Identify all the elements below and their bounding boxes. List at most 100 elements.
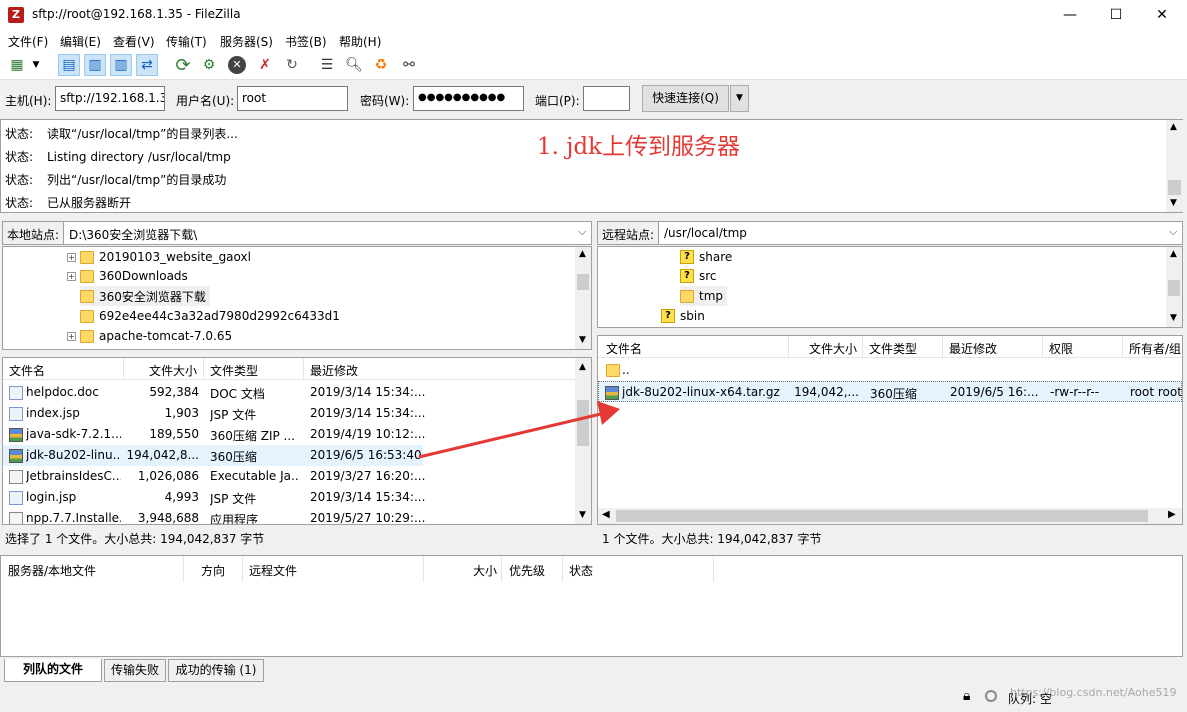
log-scrollbar[interactable]: ▲ ▼ (1166, 120, 1183, 212)
tree-item[interactable]: + apache-tomcat-7.0.65 (67, 326, 232, 346)
tree-item[interactable]: ? sbin (661, 306, 705, 326)
menu-server[interactable]: 服务器(S) (220, 33, 273, 50)
log-line: 状态: 读取“/usr/local/tmp”的目录列表... (5, 127, 238, 141)
binoculars-icon[interactable]: ⚯ (398, 54, 420, 76)
expand-icon[interactable]: + (67, 252, 76, 262)
process-queue-icon[interactable]: ⚙ (198, 54, 220, 76)
table-row[interactable]: .. (598, 360, 1182, 381)
column-status[interactable]: 状态 (569, 562, 593, 579)
tree-item[interactable]: ? share (680, 247, 732, 267)
column-modified[interactable]: 最近修改 (949, 340, 997, 357)
scroll-down-icon[interactable]: ▼ (1170, 198, 1177, 208)
local-path-dropdown-icon[interactable]: ⌵ (578, 225, 586, 239)
scroll-thumb[interactable] (1168, 180, 1181, 195)
remote-path-dropdown-icon[interactable]: ⌵ (1169, 225, 1177, 239)
tree-item[interactable]: +360Downloads (67, 266, 188, 286)
local-tree-scrollbar[interactable]: ▲ ▼ (575, 247, 591, 349)
scroll-left-icon[interactable]: ◀ (602, 509, 610, 520)
host-input[interactable]: sftp://192.168.1.35 (55, 86, 165, 111)
column-filetype[interactable]: 文件类型 (210, 362, 258, 379)
menu-view[interactable]: 查看(V) (113, 33, 155, 50)
local-path-input[interactable]: D:\360安全浏览器下载\ (69, 226, 197, 243)
tree-item-selected[interactable]: 360安全浏览器下载 (80, 286, 210, 306)
menu-file[interactable]: 文件(F) (8, 33, 48, 50)
toggle-local-tree-icon[interactable]: ▥ (84, 54, 106, 76)
scroll-up-icon[interactable]: ▲ (579, 249, 586, 259)
remote-path-input[interactable]: /usr/local/tmp (664, 226, 747, 240)
column-modified[interactable]: 最近修改 (310, 362, 358, 379)
tree-item[interactable]: 692e4ee44c3a32ad7980d2992c6433d1 (80, 306, 340, 326)
column-filetype[interactable]: 文件类型 (869, 340, 917, 357)
executable-file-icon (9, 512, 23, 524)
filezilla-app-icon: Z (8, 7, 24, 23)
table-row[interactable]: login.jsp 4,993 JSP 文件 2019/3/14 15:34:.… (3, 487, 577, 508)
port-label: 端口(P): (535, 94, 580, 108)
column-filesize[interactable]: 文件大小 (809, 340, 857, 357)
scroll-thumb[interactable] (616, 510, 1148, 522)
remote-tree: ? share ? src tmp ? sbin ▲ ▼ (597, 246, 1183, 328)
sort-icon: ^ (690, 335, 698, 343)
column-filename[interactable]: 文件名 (606, 340, 642, 357)
cancel-icon[interactable]: ✕ (226, 54, 248, 76)
column-priority[interactable]: 优先级 (509, 562, 545, 579)
sync-browsing-icon[interactable]: ♻ (370, 54, 392, 76)
search-icon[interactable]: 🔍︎ (343, 54, 365, 76)
tab-successful-transfers[interactable]: 成功的传输 (1) (168, 659, 264, 682)
remote-file-list: 文件名 ^ 文件大小 文件类型 最近修改 权限 所有者/组 .. jdk-8u2… (597, 335, 1183, 525)
remote-list-hscrollbar[interactable]: ◀ ▶ (598, 508, 1182, 524)
toggle-remote-tree-icon[interactable]: ▥ (110, 54, 132, 76)
quickconnect-dropdown-icon[interactable]: ▼ (730, 85, 749, 112)
remote-tree-scrollbar[interactable]: ▲ ▼ (1166, 247, 1182, 327)
scroll-up-icon[interactable]: ▲ (1170, 249, 1177, 259)
sort-icon: ^ (63, 357, 71, 365)
column-permissions[interactable]: 权限 (1049, 340, 1073, 357)
column-direction[interactable]: 方向 (201, 562, 225, 579)
expand-icon[interactable]: + (67, 331, 76, 341)
scroll-down-icon[interactable]: ▼ (579, 510, 586, 520)
tree-item[interactable]: ? src (680, 266, 717, 286)
column-owner[interactable]: 所有者/组 (1129, 340, 1181, 357)
column-remote-file[interactable]: 远程文件 (249, 562, 297, 579)
scroll-down-icon[interactable]: ▼ (579, 335, 586, 345)
scroll-thumb[interactable] (577, 274, 589, 290)
scroll-thumb[interactable] (1168, 280, 1180, 296)
menu-edit[interactable]: 编辑(E) (60, 33, 101, 50)
column-filesize[interactable]: 文件大小 (149, 362, 197, 379)
scroll-right-icon[interactable]: ▶ (1168, 509, 1176, 520)
username-input[interactable]: root (237, 86, 348, 111)
tree-item[interactable]: +20190103_website_gaoxl (67, 247, 251, 267)
column-filename[interactable]: 文件名 (9, 362, 45, 379)
disconnect-icon[interactable]: ✗ (254, 54, 276, 76)
quickconnect-button[interactable]: 快速连接(Q) (642, 85, 729, 112)
scroll-down-icon[interactable]: ▼ (1170, 313, 1177, 323)
transfer-queue: 服务器/本地文件 方向 远程文件 大小 优先级 状态 (0, 555, 1183, 657)
site-manager-dropdown-icon[interactable]: ▼ (30, 54, 42, 76)
password-input[interactable]: ●●●●●●●●●● (413, 86, 524, 111)
menu-bookmarks[interactable]: 书签(B) (285, 33, 327, 50)
maximize-button[interactable]: ☐ (1093, 0, 1139, 30)
refresh-icon[interactable]: ⟳ (172, 54, 194, 76)
site-manager-icon[interactable]: ▦ (6, 54, 28, 76)
scroll-up-icon[interactable]: ▲ (579, 362, 586, 372)
table-row-selected[interactable]: jdk-8u202-linu... 194,042,8... 360压缩 201… (3, 445, 423, 466)
table-row[interactable]: JetbrainsIdesC... 1,026,086 Executable J… (3, 466, 577, 487)
directory-listing-filter-icon[interactable]: ☰ (316, 54, 338, 76)
table-row[interactable]: npp.7.7.Installe... 3,948,688 应用程序 2019/… (3, 508, 577, 524)
reconnect-icon[interactable]: ↻ (281, 54, 303, 76)
expand-icon[interactable]: + (67, 271, 76, 281)
column-size[interactable]: 大小 (473, 562, 497, 579)
tab-failed-transfers[interactable]: 传输失败 (104, 659, 166, 682)
tree-item-selected[interactable]: tmp (680, 286, 728, 306)
scroll-up-icon[interactable]: ▲ (1170, 122, 1177, 132)
table-row-selected[interactable]: jdk-8u202-linux-x64.tar.gz 194,042,... 3… (598, 381, 1182, 402)
menu-help[interactable]: 帮助(H) (339, 33, 381, 50)
column-server-local-file[interactable]: 服务器/本地文件 (8, 562, 96, 579)
doc-file-icon (9, 386, 23, 400)
toggle-log-icon[interactable]: ▤ (58, 54, 80, 76)
tab-queued-files[interactable]: 列队的文件 (4, 659, 102, 682)
port-input[interactable] (583, 86, 630, 111)
toggle-queue-icon[interactable]: ⇄ (136, 54, 158, 76)
close-button[interactable]: ✕ (1139, 0, 1185, 30)
minimize-button[interactable]: — (1047, 0, 1093, 30)
menu-transfer[interactable]: 传输(T) (166, 33, 207, 50)
